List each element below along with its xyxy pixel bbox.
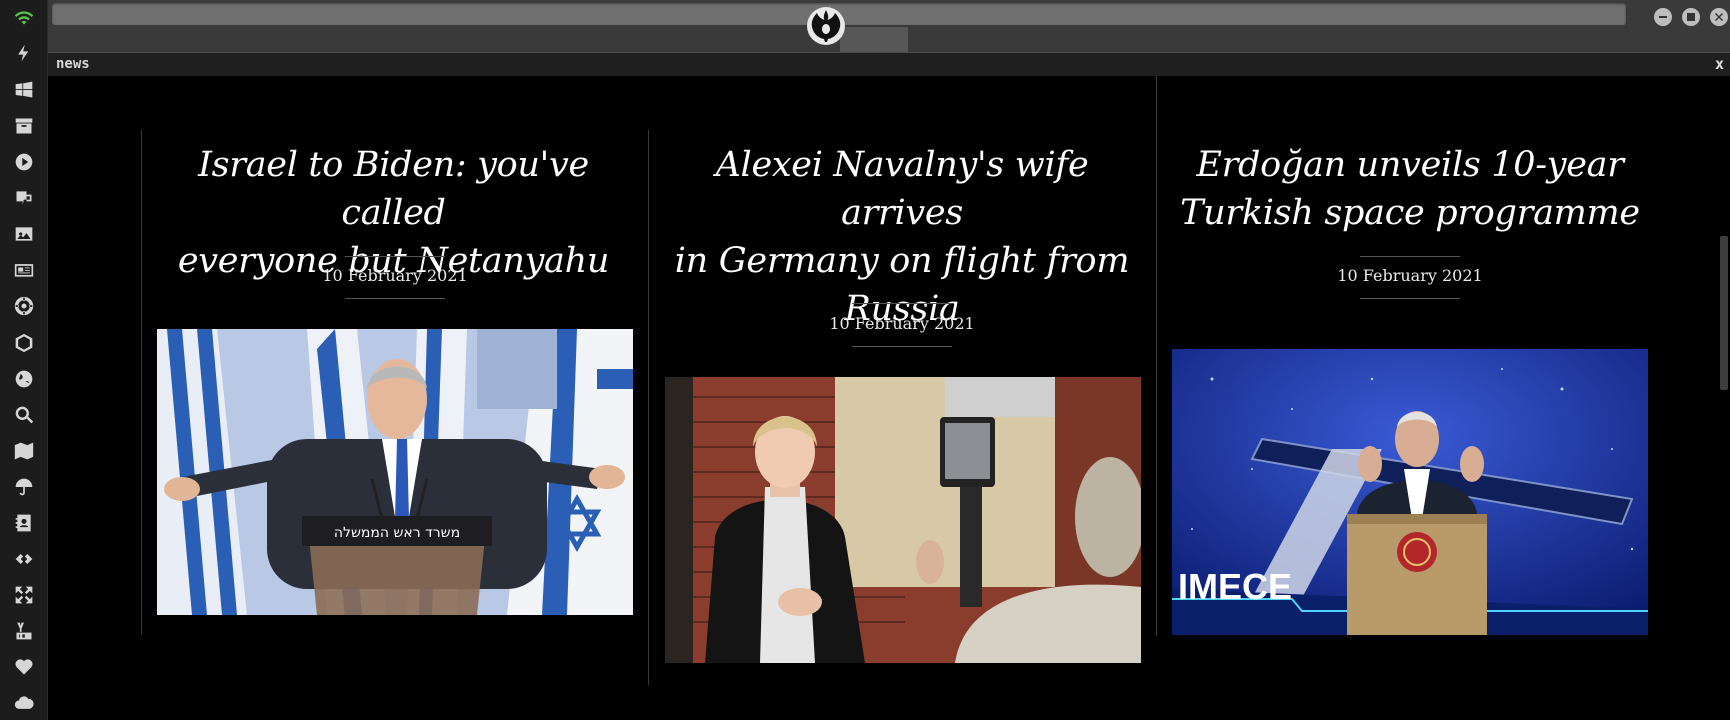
image-icon[interactable] xyxy=(12,222,36,246)
heart-icon[interactable] xyxy=(12,655,36,679)
translate-icon[interactable] xyxy=(12,186,36,210)
youtube-icon[interactable] xyxy=(12,619,36,643)
close-window-button[interactable] xyxy=(1710,8,1728,26)
erdogan-photo[interactable]: IMECE xyxy=(1172,349,1648,635)
date-rule xyxy=(852,303,952,304)
banner-text: IMECE xyxy=(1178,566,1292,607)
search-icon[interactable] xyxy=(12,403,36,427)
wifi-icon[interactable] xyxy=(12,5,36,29)
map-icon[interactable] xyxy=(12,439,36,463)
navalnaya-photo[interactable] xyxy=(665,377,1141,663)
article-date: 10 February 2021 xyxy=(829,314,975,333)
headline-line: Israel to Biden: you've called xyxy=(198,145,589,233)
rebel-alliance-logo xyxy=(807,7,845,45)
umbrella-icon[interactable] xyxy=(12,475,36,499)
date-rule xyxy=(1360,298,1460,299)
globe-icon[interactable] xyxy=(12,367,36,391)
date-rule xyxy=(852,346,952,347)
netanyahu-photo[interactable]: משרד ראש הממשלה xyxy=(157,329,633,615)
date-rule xyxy=(345,298,445,299)
title-bar xyxy=(48,0,1730,52)
scrollbar[interactable] xyxy=(1718,76,1730,720)
bolt-icon[interactable] xyxy=(12,41,36,65)
archive-icon[interactable] xyxy=(12,114,36,138)
article-date: 10 February 2021 xyxy=(322,266,468,285)
article-headline[interactable]: Israel to Biden: you've called everyone … xyxy=(156,141,631,285)
article-card[interactable]: Erdoğan unveils 10-year Turkish space pr… xyxy=(1172,141,1648,237)
tab-strip: news x xyxy=(48,52,1730,76)
minimize-button[interactable] xyxy=(1654,8,1672,26)
empire-icon[interactable] xyxy=(12,294,36,318)
active-tab-indicator[interactable] xyxy=(840,27,908,52)
date-rule xyxy=(345,256,445,257)
cloud-icon[interactable] xyxy=(12,691,36,715)
article-card[interactable]: Israel to Biden: you've called everyone … xyxy=(156,141,631,285)
article-headline[interactable]: Alexei Navalny's wife arrives in Germany… xyxy=(664,141,1140,333)
headline-line: Turkish space programme xyxy=(1180,193,1640,233)
column-divider xyxy=(141,130,142,635)
play-icon[interactable] xyxy=(12,150,36,174)
article-date: 10 February 2021 xyxy=(1337,266,1483,285)
headline-line: Erdoğan unveils 10-year xyxy=(1196,145,1624,185)
column-divider xyxy=(1156,76,1157,636)
maximize-button[interactable] xyxy=(1682,8,1700,26)
contact-icon[interactable] xyxy=(12,511,36,535)
hex-icon[interactable] xyxy=(12,331,36,355)
scrollbar-thumb[interactable] xyxy=(1720,236,1728,390)
expand-icon[interactable] xyxy=(12,583,36,607)
newspaper-icon[interactable] xyxy=(12,258,36,282)
article-headline[interactable]: Erdoğan unveils 10-year Turkish space pr… xyxy=(1172,141,1648,237)
podium-sign-text: משרד ראש הממשלה xyxy=(334,525,460,541)
sidebar xyxy=(0,0,48,720)
tab-news[interactable]: news xyxy=(56,56,90,72)
windows-icon[interactable] xyxy=(12,78,36,102)
headline-line: in Germany on flight from xyxy=(674,241,1130,281)
date-rule xyxy=(1360,256,1460,257)
close-tab-button[interactable]: x xyxy=(1715,55,1724,73)
link-icon[interactable] xyxy=(12,547,36,571)
column-divider xyxy=(648,130,649,685)
headline-line: Alexei Navalny's wife arrives xyxy=(715,145,1089,233)
article-card[interactable]: Alexei Navalny's wife arrives in Germany… xyxy=(664,141,1140,333)
